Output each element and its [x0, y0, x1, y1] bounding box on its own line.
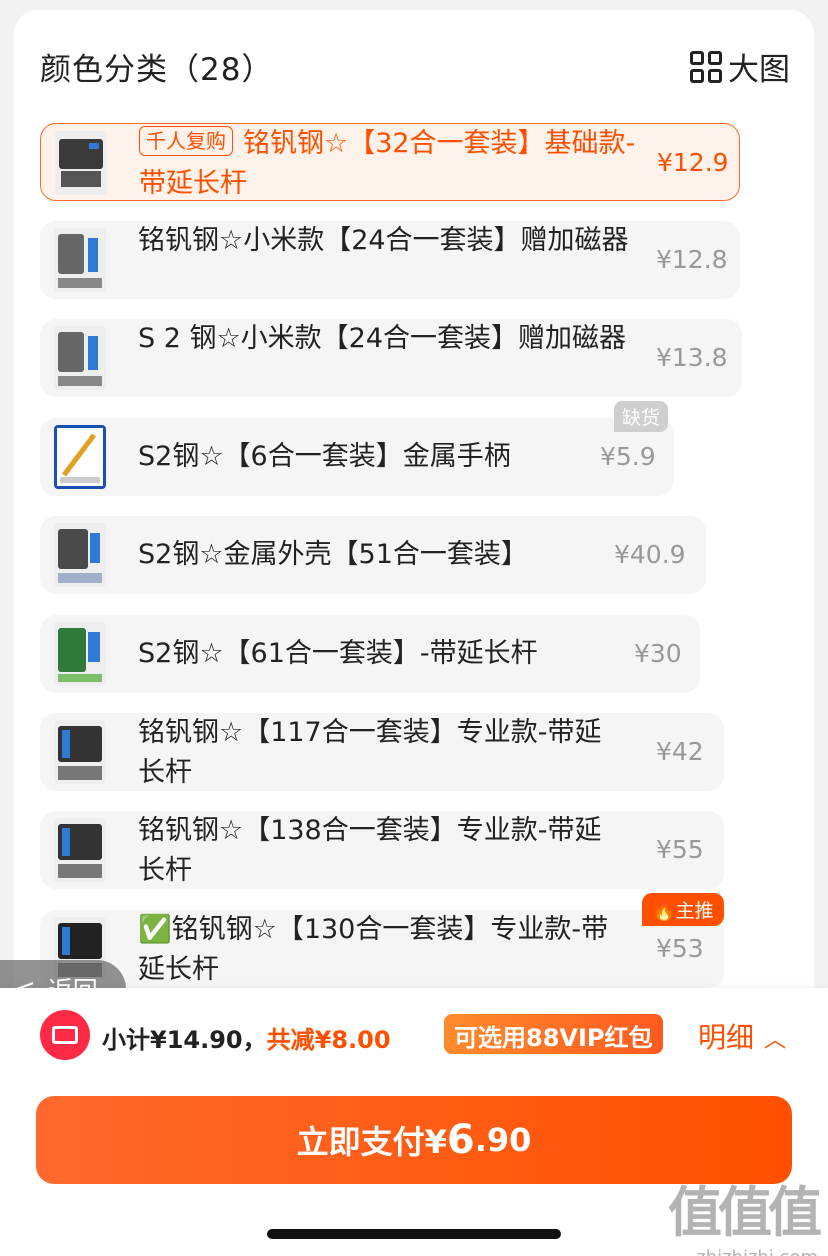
pay-prefix: 立即支付¥ — [296, 1123, 447, 1161]
vip-redpacket-button[interactable]: 可选用88VIP红包 — [444, 1014, 663, 1054]
color-option-3[interactable]: S 2 钢☆小米款【24合一套装】赠加磁器 ¥13.8 — [40, 319, 742, 397]
option-name: S2钢☆金属外壳【51合一套装】 — [138, 539, 528, 570]
detail-label: 明细 — [698, 1021, 755, 1054]
product-thumbnail — [54, 425, 106, 489]
product-thumbnail — [54, 326, 106, 390]
product-thumbnail — [54, 228, 106, 292]
option-name: 铭钒钢☆【117合一套装】专业款-带延长杆 — [138, 717, 602, 788]
pay-amount-dec: .90 — [474, 1121, 532, 1159]
color-option-1[interactable]: 千人复购 铭钒钢☆【32合一套装】基础款-带延长杆 ¥12.9 — [40, 123, 740, 201]
option-price: ¥13.8 — [656, 343, 728, 372]
option-price: ¥40.9 — [614, 540, 686, 569]
color-option-2[interactable]: 铭钒钢☆小米款【24合一套装】赠加磁器 ¥12.8 — [40, 221, 740, 299]
subtotal-text: 小计¥14.90，共减¥8.00 — [102, 1020, 391, 1055]
color-option-7[interactable]: 铭钒钢☆【117合一套装】专业款-带延长杆 ¥42 — [40, 713, 724, 791]
option-price: ¥42 — [656, 737, 704, 766]
color-option-4[interactable]: S2钢☆【6合一套装】金属手柄 ¥5.9 — [40, 418, 674, 496]
coupon-icon — [40, 1010, 90, 1060]
product-thumbnail — [54, 523, 106, 587]
product-thumbnail — [54, 720, 106, 784]
big-view-label: 大图 — [728, 52, 790, 88]
out-of-stock-badge: 缺货 — [614, 401, 669, 432]
option-name: ✅铭钒钢☆【130合一套装】专业款-带延长杆 — [138, 914, 609, 985]
option-price: ¥30 — [634, 639, 682, 668]
home-indicator[interactable] — [267, 1229, 561, 1239]
option-price: ¥12.8 — [656, 245, 728, 274]
subtotal-amount: 小计¥14.90， — [102, 1026, 267, 1054]
option-price: ¥5.9 — [600, 442, 656, 471]
detail-toggle[interactable]: 明细 ︿ — [698, 1016, 786, 1056]
watermark: 值值值 zhizhizhi.com — [668, 1168, 822, 1256]
color-option-6[interactable]: S2钢☆【61合一套装】-带延长杆 ¥30 — [40, 615, 700, 693]
recommended-badge: 🔥主推 — [642, 893, 724, 926]
checkout-bar: 小计¥14.90，共减¥8.00 可选用88VIP红包 明细 ︿ 立即支付¥ 6.9… — [0, 988, 828, 1256]
product-thumbnail — [54, 818, 106, 882]
product-thumbnail — [55, 131, 107, 195]
big-view-button[interactable]: 大图 — [690, 44, 790, 89]
product-thumbnail — [54, 622, 106, 686]
option-name: S2钢☆【61合一套装】-带延长杆 — [138, 638, 538, 669]
watermark-url: zhizhizhi.com — [668, 1247, 818, 1256]
color-option-9[interactable]: ✅铭钒钢☆【130合一套装】专业款-带延长杆 ¥53 — [40, 910, 724, 988]
option-name: 铭钒钢☆【138合一套装】专业款-带延长杆 — [138, 815, 602, 886]
grid-view-icon — [690, 50, 722, 83]
color-option-8[interactable]: 铭钒钢☆【138合一套装】专业款-带延长杆 ¥55 — [40, 811, 724, 889]
page-title: 颜色分类（28） — [40, 52, 274, 88]
repeat-buy-tag: 千人复购 — [139, 126, 233, 156]
option-name: S2钢☆【6合一套装】金属手柄 — [138, 441, 511, 472]
color-option-5[interactable]: S2钢☆金属外壳【51合一套装】 ¥40.9 — [40, 516, 706, 594]
flame-icon: 🔥 — [652, 900, 676, 922]
option-name: S 2 钢☆小米款【24合一套装】赠加磁器 — [138, 323, 627, 354]
option-price: ¥12.9 — [657, 148, 729, 177]
watermark-logo: 值值值 — [668, 1181, 822, 1244]
option-price: ¥55 — [656, 835, 704, 864]
pay-amount-int: 6 — [446, 1117, 475, 1163]
option-price: ¥53 — [656, 934, 704, 963]
option-name: 铭钒钢☆小米款【24合一套装】赠加磁器 — [138, 225, 629, 256]
option-name: 千人复购 铭钒钢☆【32合一套装】基础款-带延长杆 — [139, 126, 636, 199]
reduction-amount: 共减¥8.00 — [266, 1026, 391, 1054]
chevron-up-icon: ︿ — [764, 1028, 787, 1053]
